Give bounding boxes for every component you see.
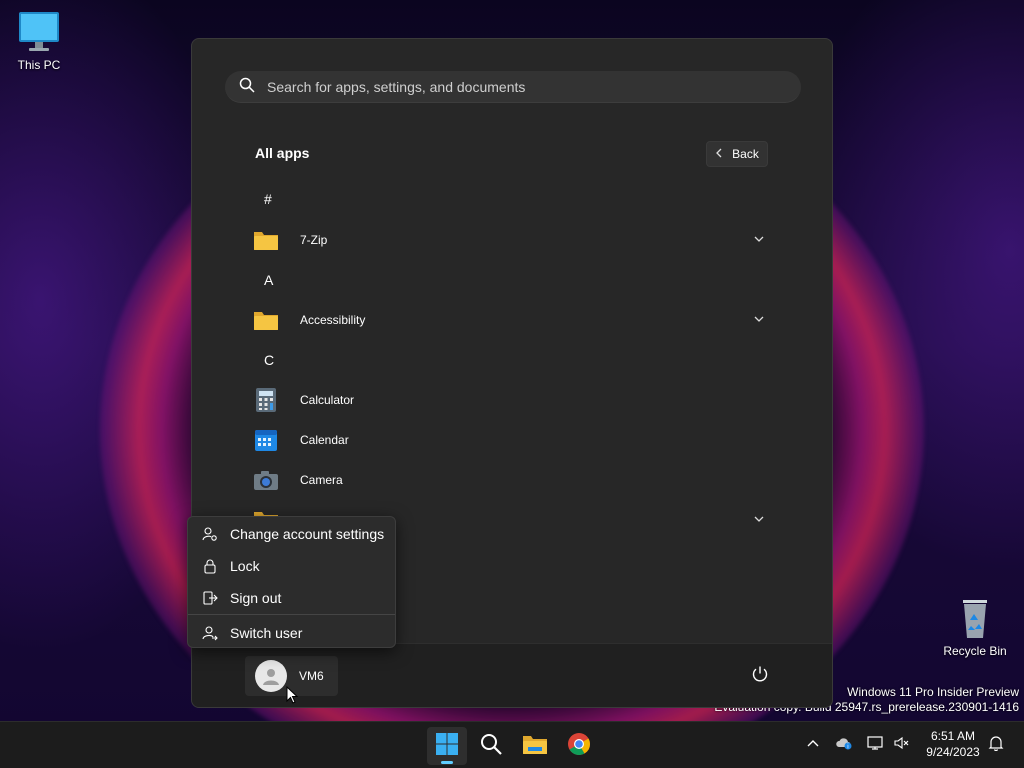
recycle-bin-icon [951,596,999,640]
app-name: 7-Zip [300,233,328,247]
desktop-icon-label: This PC [17,58,61,72]
chevron-down-icon[interactable] [752,312,766,326]
chevron-left-icon [715,148,723,161]
desktop-icon-this-pc[interactable]: This PC [1,10,77,72]
onedrive-icon: i [835,735,853,755]
watermark-edition: Windows 11 Pro Insider Preview [847,685,1019,699]
mouse-cursor-icon [286,685,299,708]
notification-bell-icon [988,735,1004,755]
back-button[interactable]: Back [706,141,768,167]
menu-item-label: Change account settings [230,526,385,542]
start-search-box[interactable] [225,71,801,103]
all-apps-title: All apps [255,145,310,161]
chrome-icon [567,732,591,760]
tray-onedrive[interactable]: i [835,736,853,754]
group-header-c[interactable]: C [264,352,274,368]
app-item-calendar[interactable]: Calendar [252,424,774,456]
taskbar-search-button[interactable] [471,727,511,765]
windows-start-icon [435,732,459,760]
desktop-icon-recycle-bin[interactable]: Recycle Bin [937,596,1013,658]
taskbar-start-button[interactable] [427,727,467,765]
volume-muted-icon [893,735,911,755]
file-explorer-icon [522,733,548,759]
group-header-hash[interactable]: # [264,191,272,207]
group-header-a[interactable]: A [264,272,273,288]
desktop-icon-label: Recycle Bin [943,644,1007,658]
menu-item-lock[interactable]: Lock [188,551,395,581]
lock-icon [202,558,218,574]
clock-date: 9/24/2023 [926,745,980,759]
menu-separator [188,614,395,615]
app-item-7zip[interactable]: 7-Zip [252,224,774,256]
network-icon [867,735,885,755]
app-item-accessibility[interactable]: Accessibility [252,304,774,336]
avatar [255,660,287,692]
app-name: Camera [300,473,343,487]
menu-item-label: Lock [230,558,260,574]
folder-icon [252,306,280,334]
app-item-calculator[interactable]: Calculator [252,384,774,416]
calculator-icon [252,386,280,414]
taskbar-file-explorer-button[interactable] [515,727,555,765]
tray-notifications[interactable] [987,736,1005,754]
camera-icon [252,466,280,494]
taskbar-clock[interactable]: 6:51 AM 9/24/2023 [920,728,986,760]
menu-item-switch-user[interactable]: Switch user [188,618,395,648]
back-label: Back [732,147,759,161]
taskbar-chrome-button[interactable] [559,727,599,765]
app-item-camera[interactable]: Camera [252,464,774,496]
app-name: Calendar [300,433,349,447]
tray-network[interactable] [867,736,885,754]
folder-icon [252,226,280,254]
tray-volume[interactable] [893,736,911,754]
clock-time: 6:51 AM [930,729,976,743]
power-icon [751,665,769,687]
app-name: Accessibility [300,313,366,327]
account-settings-icon [202,526,218,542]
menu-item-label: Sign out [230,590,282,606]
search-icon [239,77,255,97]
chevron-down-icon[interactable] [752,232,766,246]
chevron-down-icon[interactable] [752,512,766,526]
calendar-icon [252,426,280,454]
chevron-up-icon [806,736,820,755]
menu-item-change-account-settings[interactable]: Change account settings [188,519,395,549]
account-context-menu: Change account settings Lock Sign out Sw… [187,516,396,648]
app-name: Calculator [300,393,355,407]
sign-out-icon [202,590,218,606]
switch-user-icon [202,625,218,641]
power-button[interactable] [748,664,772,688]
menu-item-sign-out[interactable]: Sign out [188,583,395,613]
monitor-icon [15,10,63,54]
menu-item-label: Switch user [230,625,303,641]
search-icon [479,732,503,760]
taskbar: i 6:51 AM 9/24/2023 [0,721,1024,768]
search-input[interactable] [267,78,767,95]
tray-overflow-button[interactable] [804,736,822,754]
user-name: VM6 [299,669,324,683]
